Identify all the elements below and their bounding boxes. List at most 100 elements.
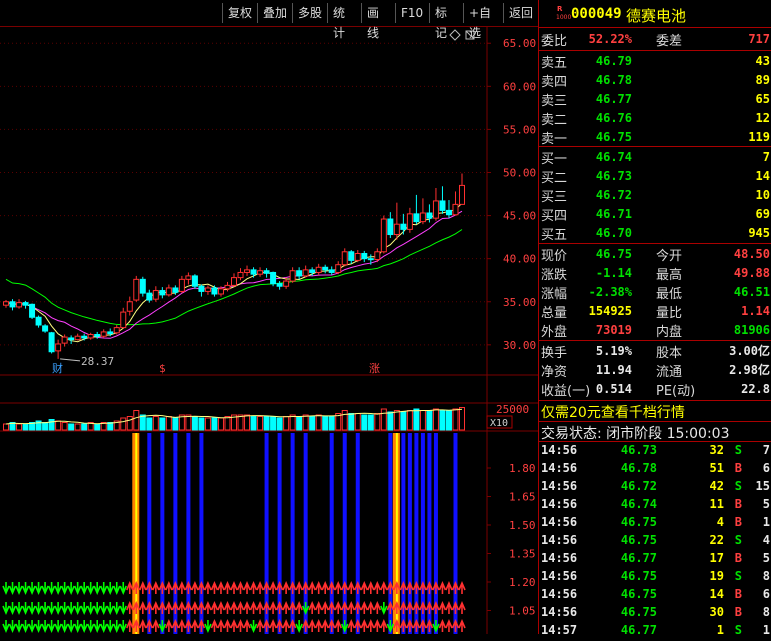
volume-bar [42, 422, 49, 431]
marker-cai[interactable]: 财 [52, 361, 63, 375]
up-arrow-icon [425, 600, 434, 614]
marker-zhang[interactable]: 涨 [369, 362, 380, 375]
sell-row[interactable]: 卖二 46.76 12 [539, 109, 771, 128]
tick-row[interactable]: 14:56 46.75 14 B 6 [539, 587, 771, 605]
sell-level-label: 卖五 [541, 56, 568, 71]
multi-stock-button[interactable]: 多股 [292, 3, 327, 23]
up-arrow-icon [184, 618, 193, 632]
tick-row[interactable]: 14:56 46.75 19 S 8 [539, 569, 771, 587]
fund-label: 收益(一) [541, 384, 591, 399]
volume-bar [257, 416, 264, 431]
volume-bar [172, 417, 179, 431]
up-arrow-icon [165, 580, 173, 594]
candle-body [133, 278, 140, 301]
up-arrow-icon [184, 580, 193, 594]
tick-row[interactable]: 14:56 46.73 32 S 7 [539, 443, 771, 461]
buy-row[interactable]: 买三 46.72 10 [539, 186, 771, 205]
up-arrow-icon [256, 618, 264, 632]
up-arrow-icon [308, 618, 316, 632]
tick-row[interactable]: 14:57 46.77 1 S 1 [539, 623, 771, 641]
volume-bar [81, 423, 88, 431]
kline-chart[interactable]: 65.00 60.00 55.00 50.00 45.00 40.00 35.00 30.00… [0, 26, 538, 634]
candle-body [289, 270, 296, 282]
volume-bar [191, 416, 198, 431]
marker-dollar[interactable]: $ [159, 362, 166, 375]
sell-row[interactable]: 卖四 46.78 89 [539, 71, 771, 90]
sell-level-label: 卖二 [541, 113, 568, 128]
down-arrow-icon [380, 602, 388, 616]
up-arrow-icon [243, 580, 251, 594]
tick-row[interactable]: 14:56 46.78 51 B 6 [539, 461, 771, 479]
up-arrow-icon [275, 600, 284, 614]
volume-bar [289, 414, 296, 431]
tick-row[interactable]: 14:56 46.75 22 S 4 [539, 533, 771, 551]
chart-corner-icons[interactable] [449, 29, 475, 41]
up-arrow-icon [191, 618, 199, 632]
buy-volume: 14 [755, 169, 770, 183]
fund-value: 5.19% [595, 344, 632, 358]
up-arrow-icon [380, 618, 388, 632]
tick-row[interactable]: 14:56 46.75 4 B 1 [539, 515, 771, 533]
volume-bar [3, 423, 9, 431]
buy-row[interactable]: 买二 46.73 14 [539, 167, 771, 186]
volume-bar [367, 414, 374, 431]
candle-body [387, 218, 394, 236]
promo-link[interactable]: 仅需20元查看千档行情 [541, 402, 685, 422]
mark-button[interactable]: 标记 [429, 3, 463, 40]
overlay-button[interactable]: 叠加 [257, 3, 292, 23]
fund-value-2: 2.98亿 [729, 363, 770, 377]
restore-rights-button[interactable]: 复权 [222, 3, 257, 23]
down-arrow-icon [99, 582, 108, 596]
tick-side: B [734, 551, 742, 565]
down-arrow-icon [28, 582, 36, 596]
sell-row[interactable]: 卖三 46.77 65 [539, 90, 771, 109]
tick-row[interactable]: 14:56 46.72 42 S 15 [539, 479, 771, 497]
tick-row[interactable]: 14:56 46.77 17 B 5 [539, 551, 771, 569]
back-button[interactable]: 返回 [503, 3, 538, 23]
down-arrow-icon [15, 620, 23, 634]
volume-bar [185, 414, 192, 431]
ma5-line [5, 202, 463, 343]
up-arrow-icon [327, 600, 336, 614]
buy-level-label: 买二 [541, 171, 568, 186]
volume-unit-label: X10 [490, 418, 508, 429]
sell-row[interactable]: 卖五 46.79 43 [539, 52, 771, 71]
buy-row[interactable]: 买五 46.70 945 [539, 224, 771, 243]
volume-bar [244, 414, 251, 431]
low-arrow [60, 358, 81, 362]
sell-row[interactable]: 卖一 46.75 119 [539, 128, 771, 147]
statistics-button[interactable]: 统计 [327, 3, 361, 40]
candle-body [244, 269, 251, 273]
candle-body [250, 269, 257, 275]
quote-value: -1.14 [595, 266, 632, 280]
add-favorite-button[interactable]: +自选 [463, 3, 503, 40]
expand-icon[interactable] [465, 30, 475, 40]
volume-bar [348, 413, 355, 431]
diamond-icon[interactable] [449, 29, 461, 41]
price-axis-label: 45.00 [503, 210, 536, 223]
down-arrow-icon [47, 620, 56, 634]
down-arrow-icon [158, 620, 167, 634]
down-arrow-icon [119, 602, 127, 616]
candle-body [217, 288, 224, 295]
down-arrow-icon [106, 582, 114, 596]
up-arrow-icon [399, 618, 408, 632]
weibi-row: 委比 52.22% 委差 717 [539, 30, 771, 49]
down-arrow-icon [86, 602, 95, 616]
f10-button[interactable]: F10 [395, 3, 429, 23]
up-arrow-icon [386, 600, 395, 614]
candle-body [113, 327, 120, 334]
tick-row[interactable]: 14:56 46.75 30 B 8 [539, 605, 771, 623]
down-arrow-icon [432, 620, 440, 634]
up-arrow-icon [223, 618, 232, 632]
up-arrow-icon [412, 580, 421, 594]
draw-line-button[interactable]: 画线 [361, 3, 395, 40]
buy-row[interactable]: 买一 46.74 7 [539, 148, 771, 167]
up-arrow-icon [230, 600, 238, 614]
buy-row[interactable]: 买四 46.71 69 [539, 205, 771, 224]
candle-body [16, 302, 23, 308]
down-arrow-icon [99, 620, 108, 634]
stock-code: 000049 [571, 6, 622, 22]
tick-row[interactable]: 14:56 46.74 11 B 5 [539, 497, 771, 515]
up-arrow-icon [165, 618, 173, 632]
